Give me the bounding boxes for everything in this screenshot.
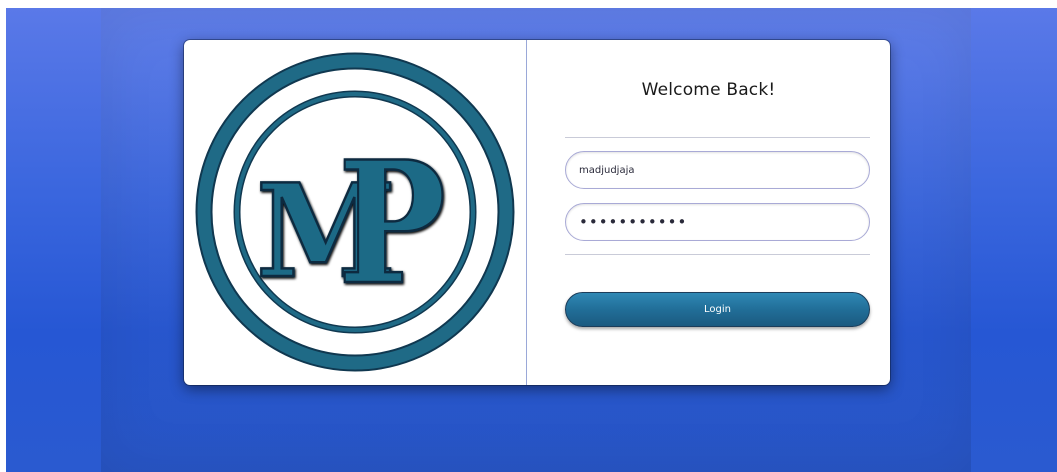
svg-text:P: P: [338, 124, 446, 322]
welcome-title: Welcome Back!: [641, 80, 776, 100]
top-divider: [565, 137, 870, 138]
password-input[interactable]: [565, 203, 870, 241]
username-input[interactable]: [565, 151, 870, 189]
login-card: M P Welcome Back! Login: [184, 40, 890, 385]
login-form: Welcome Back! Login: [527, 40, 890, 385]
login-button[interactable]: Login: [565, 292, 870, 327]
monogram-letters: M P: [255, 123, 448, 324]
page-background: M P Welcome Back! Login: [6, 8, 1057, 472]
logo-pane: M P: [184, 40, 527, 385]
bottom-divider: [565, 254, 870, 255]
mp-logo-icon: M P: [195, 52, 515, 372]
